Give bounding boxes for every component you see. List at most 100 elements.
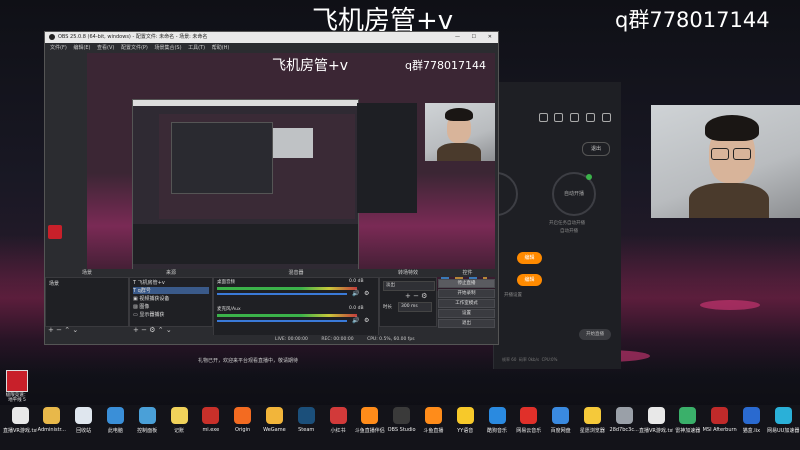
transition-select[interactable]: 淡出 <box>383 281 435 291</box>
duration-input[interactable]: 300 ms <box>398 302 432 312</box>
close-icon[interactable]: ✕ <box>488 32 492 43</box>
desktop-shortcut[interactable]: WeGame <box>257 407 291 433</box>
desktop-shortcut[interactable]: YY语音 <box>448 407 482 434</box>
desktop-shortcut[interactable]: Origin <box>226 407 260 433</box>
add-source-icon[interactable]: + <box>133 326 139 334</box>
exit-button[interactable]: 退出 <box>438 319 495 328</box>
shortcut-label: mi.exe <box>202 427 220 433</box>
gear-icon[interactable]: ⚙ <box>364 290 369 297</box>
desktop-audio-db: 0.0 dB <box>349 279 364 284</box>
status-text: 开启任务自动开播 <box>549 221 585 226</box>
desktop-shortcut[interactable]: 小红书 <box>321 407 355 434</box>
rec-timer: REC: 00:00:00 <box>321 337 354 342</box>
edit-button[interactable]: 编辑 <box>517 252 542 264</box>
desktop-shortcut[interactable]: MSI Afterburner <box>703 407 737 433</box>
desktop-shortcut[interactable]: 雷神加速器 <box>671 407 705 434</box>
source-item[interactable]: T 飞机房管+v <box>133 279 165 286</box>
nested-obs-window <box>132 99 359 271</box>
shortcut-label: 记账 <box>173 428 184 434</box>
desktop-shortcut[interactable]: 星愿浏览器 <box>575 407 609 434</box>
desktop-shortcut[interactable]: Steam <box>289 407 323 433</box>
desktop-audio-slider[interactable] <box>217 293 347 295</box>
move-up-icon[interactable]: ⌃ <box>64 326 70 334</box>
shortcut-label: 28d7bc3c... <box>609 427 639 433</box>
desktop-audio-meter <box>217 287 357 290</box>
move-up-icon[interactable]: ⌃ <box>158 326 164 334</box>
desktop-shortcut[interactable]: 百度网盘 <box>544 407 578 434</box>
gear-icon[interactable]: ⚙ <box>364 317 369 324</box>
obs-titlebar[interactable]: OBS 25.0.8 (64-bit, windows) - 配置文件: 未命名… <box>45 32 498 43</box>
minimize-icon[interactable]: — <box>455 32 460 43</box>
desktop-shortcut[interactable]: Administr... <box>35 407 69 433</box>
desktop-shortcut[interactable]: 直播VR游戏.txt <box>3 407 37 434</box>
desktop-shortcut[interactable]: mi.exe <box>194 407 228 433</box>
pink-light <box>700 300 760 310</box>
forza-game-icon[interactable]: 极限竞速：地平线 5 <box>5 370 29 404</box>
menu-scene-collection[interactable]: 场景集合(S) <box>154 45 181 51</box>
remove-source-icon[interactable]: − <box>141 326 147 334</box>
gift-icon[interactable] <box>539 113 548 122</box>
live-timer: LIVE: 00:00:00 <box>275 337 308 342</box>
auto-live-label: 自动开播 <box>563 191 584 197</box>
settings-button[interactable]: 设置 <box>438 309 495 318</box>
menu-view[interactable]: 查看(V) <box>97 45 114 51</box>
desktop-shortcut[interactable]: 28d7bc3c... <box>607 407 641 433</box>
menu-tools[interactable]: 工具(T) <box>188 45 205 51</box>
settings-link[interactable]: 开播设置 <box>504 292 522 298</box>
desktop-shortcut[interactable]: 斗鱼直播伴侣 <box>353 407 387 434</box>
desktop-shortcut[interactable]: 酷狗音乐 <box>480 407 514 434</box>
desktop-shortcut[interactable]: 回收站 <box>67 407 101 434</box>
desktop-shortcut[interactable]: 记账 <box>162 407 196 434</box>
menu-help[interactable]: 帮助(H) <box>212 45 230 51</box>
start-live-button[interactable]: 开始直播 <box>579 329 611 340</box>
edit-button[interactable]: 编辑 <box>517 274 542 286</box>
mic-slider[interactable] <box>217 320 347 322</box>
gear-icon[interactable]: ⚙ <box>149 326 155 334</box>
desktop-shortcut[interactable]: 控制面板 <box>130 407 164 434</box>
source-item[interactable]: ▣ 视频捕获设备 <box>133 295 169 302</box>
mic-label: 麦克风/Aux <box>217 307 241 312</box>
desktop-shortcut[interactable]: 直播VR游戏.txt <box>639 407 673 434</box>
status-sub: 自动开播 <box>560 229 578 234</box>
shortcut-label: 此电脑 <box>107 428 123 434</box>
move-down-icon[interactable]: ⌄ <box>72 326 78 334</box>
app-icon <box>138 407 156 424</box>
mic-icon[interactable]: 🔊 <box>352 317 359 324</box>
settings-icon[interactable] <box>602 113 611 122</box>
maximize-icon[interactable]: ☐ <box>472 32 476 43</box>
move-down-icon[interactable]: ⌄ <box>166 326 172 334</box>
scene-toolbar: + − ⌃ ⌄ <box>48 326 78 334</box>
obs-preview[interactable]: 飞机房管+v q群778017144 <box>87 53 495 291</box>
scene-item[interactable]: 场景 <box>49 280 59 287</box>
controls-dock-title: 控件 <box>437 269 498 277</box>
auto-live-ring[interactable]: 自动开播 <box>552 172 596 216</box>
add-scene-icon[interactable]: + <box>48 326 54 334</box>
desktop-shortcut[interactable]: 斗鱼直播 <box>416 407 450 434</box>
menu-profile[interactable]: 配置文件(P) <box>121 45 148 51</box>
speaker-icon[interactable]: 🔊 <box>352 290 359 297</box>
app-icon <box>297 407 315 424</box>
desktop-shortcut[interactable]: 此电脑 <box>98 407 132 434</box>
source-item[interactable]: ▨ 图像 <box>133 303 149 310</box>
app-icon <box>456 407 474 424</box>
desktop-shortcut[interactable]: OBS Studio <box>385 407 419 433</box>
menu-bar: 文件(F) 编辑(E) 查看(V) 配置文件(P) 场景集合(S) 工具(T) … <box>45 43 498 53</box>
menu-edit[interactable]: 编辑(E) <box>73 45 90 51</box>
desktop-shortcut[interactable]: 网易UU加速器 <box>766 407 800 434</box>
source-item[interactable]: T q群号 <box>133 287 209 294</box>
exit-button[interactable]: 退出 <box>582 142 610 156</box>
shortcut-label: 星愿浏览器 <box>579 428 605 434</box>
studio-mode-button[interactable]: 工作室模式 <box>438 299 495 308</box>
shirt-icon[interactable] <box>570 113 579 122</box>
add-transition-icon[interactable]: + − ⚙ <box>405 292 427 300</box>
source-item[interactable]: ▭ 显示器捕获 <box>133 311 164 318</box>
stop-streaming-button[interactable]: 停止直播 <box>438 279 495 288</box>
bell-icon[interactable] <box>586 113 595 122</box>
desktop-audio-label: 桌面音频 <box>217 280 235 285</box>
desktop-shortcut[interactable]: 网易云音乐 <box>512 407 546 434</box>
menu-file[interactable]: 文件(F) <box>50 45 67 51</box>
desktop-shortcut[interactable]: 猫盒.lix <box>734 407 768 434</box>
crown-icon[interactable] <box>554 113 563 122</box>
start-recording-button[interactable]: 开始录制 <box>438 289 495 298</box>
remove-scene-icon[interactable]: − <box>56 326 62 334</box>
